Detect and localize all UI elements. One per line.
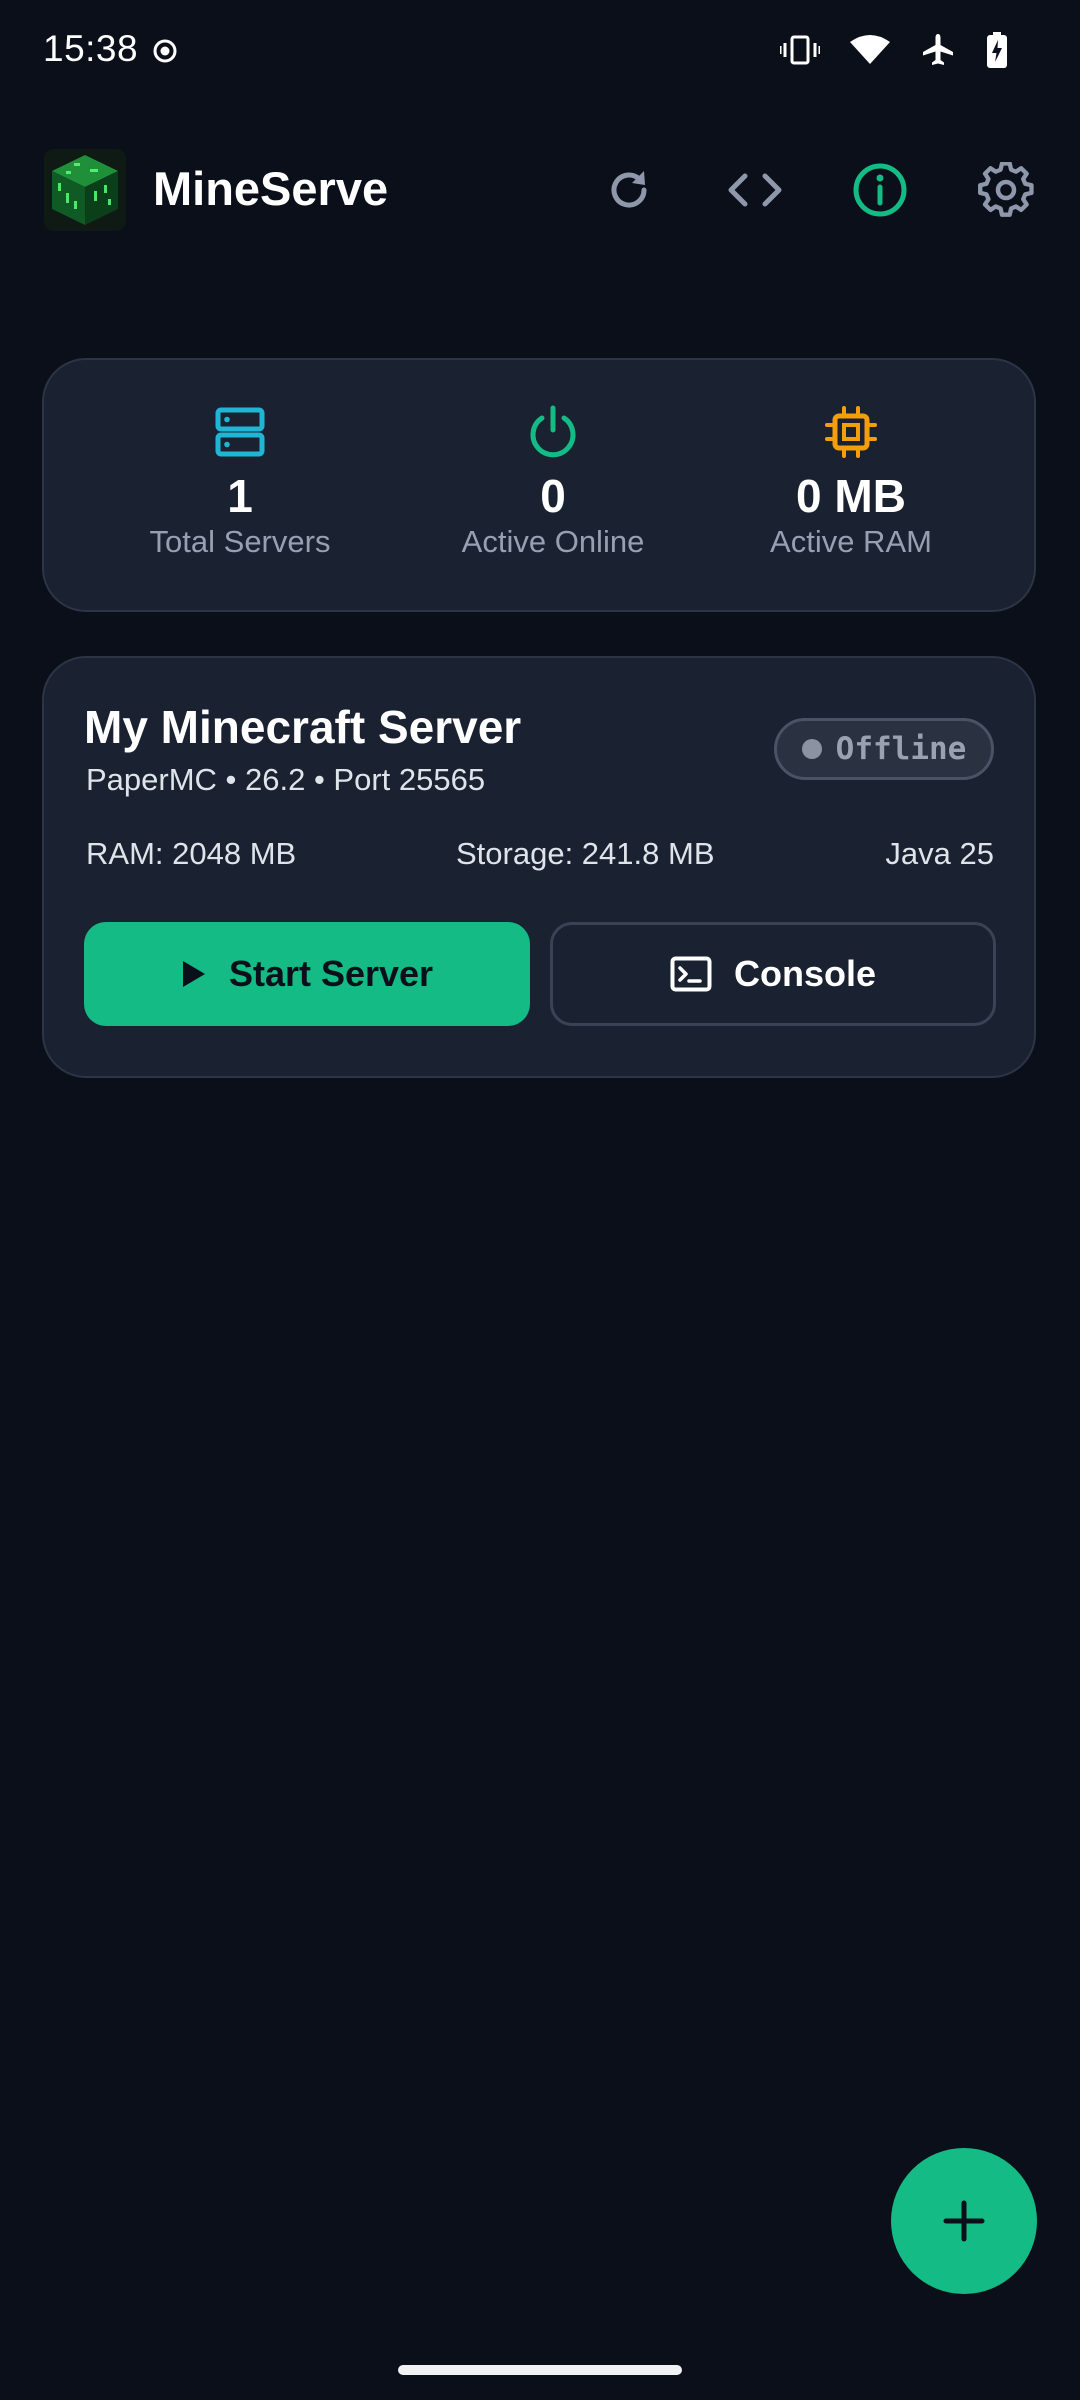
stat-label: Total Servers <box>149 524 331 559</box>
cpu-chip-icon <box>825 406 877 458</box>
server-ram: RAM: 2048 MB <box>86 836 297 871</box>
power-icon <box>530 405 576 458</box>
info-icon <box>853 163 907 217</box>
stat-value: 1 <box>227 470 253 522</box>
server-java-version: Java 25 <box>885 836 994 871</box>
status-badge: Offline <box>774 718 994 780</box>
start-server-label: Start Server <box>228 953 434 994</box>
stat-label: Active Online <box>461 524 645 559</box>
start-server-button[interactable]: Start Server <box>84 922 530 1026</box>
play-icon <box>182 961 205 987</box>
refresh-icon <box>611 171 647 208</box>
wifi-icon <box>850 35 890 64</box>
app-header: MineServe <box>0 145 1080 235</box>
stats-card: 1 Total Servers 0 Active Online 0 MB Act… <box>42 358 1036 612</box>
server-storage: Storage: 241.8 MB <box>456 836 715 871</box>
battery-charging-icon <box>987 32 1007 68</box>
add-server-button[interactable] <box>891 2148 1037 2294</box>
code-icon <box>728 173 782 207</box>
console-label: Console <box>733 953 876 994</box>
server-card[interactable]: My Minecraft Server PaperMC • 26.2 • Por… <box>42 656 1036 1078</box>
settings-icon <box>978 162 1034 217</box>
record-icon <box>153 39 177 63</box>
settings-button[interactable] <box>975 159 1037 221</box>
info-button[interactable] <box>849 159 911 221</box>
stat-value: 0 MB <box>796 470 906 522</box>
status-badge-label: Offline <box>835 731 967 767</box>
server-icon <box>215 407 265 457</box>
console-button[interactable]: Console <box>550 922 996 1026</box>
status-bar: 15:38 <box>0 0 1080 105</box>
status-dot-icon <box>801 739 822 759</box>
app-logo <box>44 149 126 231</box>
server-meta: PaperMC • 26.2 • Port 25565 <box>86 762 486 797</box>
plus-icon <box>943 2200 985 2242</box>
stat-value: 0 <box>540 470 566 522</box>
vibrate-icon <box>780 35 820 65</box>
stat-active-online: 0 Active Online <box>403 404 703 560</box>
stat-total-servers: 1 Total Servers <box>90 404 390 560</box>
server-name: My Minecraft Server <box>84 701 522 753</box>
stat-active-ram: 0 MB Active RAM <box>701 404 1001 560</box>
stat-label: Active RAM <box>770 524 932 559</box>
home-indicator[interactable] <box>398 2365 682 2375</box>
airplane-icon <box>923 34 953 65</box>
app-title: MineServe <box>153 162 389 215</box>
terminal-icon <box>670 956 712 992</box>
status-time: 15:38 <box>43 28 139 69</box>
code-button[interactable] <box>724 159 786 221</box>
refresh-button[interactable] <box>598 159 660 221</box>
